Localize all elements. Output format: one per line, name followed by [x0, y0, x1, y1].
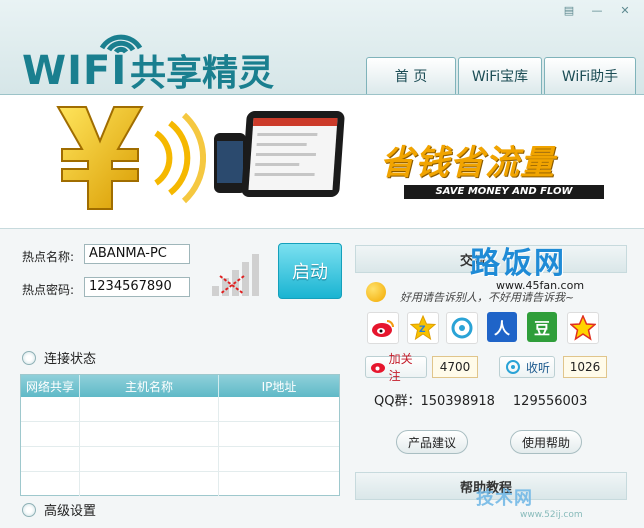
expand-icon: [22, 350, 36, 365]
table-row[interactable]: [21, 422, 339, 447]
slogan-cn: 省钱省流量: [380, 143, 555, 183]
connection-table: 网络共享 主机名称 IP地址: [20, 374, 340, 496]
renren-icon[interactable]: 人: [487, 312, 517, 342]
title-bar-buttons: ▤ — ✕: [560, 4, 634, 18]
collect-button[interactable]: 收听: [499, 356, 555, 378]
menu-icon[interactable]: ▤: [560, 4, 578, 18]
logo-title: 共享精灵: [130, 53, 275, 94]
tab-home[interactable]: 首 页: [366, 57, 456, 94]
expand-icon: [22, 502, 36, 517]
minimize-icon[interactable]: —: [588, 4, 606, 18]
table-row[interactable]: [21, 447, 339, 472]
feedback-note: 好用请告诉别人，不好用请告诉我~: [400, 291, 575, 304]
logo-wifi-text: WIFI: [22, 48, 128, 94]
watermark-logo: 路饭网: [470, 246, 566, 281]
banner: 省钱省流量 SAVE MONEY AND FLOW: [0, 95, 644, 229]
connection-status-section[interactable]: 连接状态: [22, 348, 96, 367]
svg-text:Z: Z: [419, 325, 426, 335]
connection-status-label: 连接状态: [44, 352, 97, 367]
follow-count: 4700: [432, 356, 478, 378]
header: WIFI 共享精灵 ▤ — ✕ 首 页 WiFi宝库 WiFi助手: [0, 0, 644, 95]
table-row[interactable]: [21, 472, 339, 496]
close-icon[interactable]: ✕: [616, 4, 634, 18]
column-header-ip[interactable]: IP地址: [219, 375, 339, 397]
watermark-logo-2: 技术网: [476, 488, 533, 509]
douban-icon[interactable]: 豆: [527, 312, 557, 342]
app-logo: WIFI 共享精灵: [18, 18, 278, 94]
follow-button[interactable]: 加关注: [365, 352, 427, 383]
help-button[interactable]: 使用帮助: [510, 430, 582, 454]
column-header-network-share[interactable]: 网络共享: [21, 375, 80, 397]
hotspot-password-label: 热点密码:: [22, 283, 75, 297]
tab-wifi-treasury[interactable]: WiFi宝库: [458, 57, 542, 94]
app-window: WIFI 共享精灵 ▤ — ✕ 首 页 WiFi宝库 WiFi助手 省钱省流量 …: [0, 0, 644, 528]
qq-group-1: QQ群：150398918: [374, 394, 495, 409]
tencent-weibo-icon[interactable]: [446, 312, 478, 344]
yen-coin-icon: [56, 106, 206, 210]
tencent-small-icon: [506, 360, 520, 374]
weibo-small-icon: [371, 363, 385, 373]
table-header: 网络共享 主机名称 IP地址: [21, 375, 339, 397]
qq-group-2: 129556003: [512, 394, 588, 409]
pengyou-icon[interactable]: [567, 312, 599, 344]
qq-groups: QQ群：150398918 129556003: [374, 390, 605, 409]
column-header-hostname[interactable]: 主机名称: [80, 375, 219, 397]
hotspot-name-label: 热点名称:: [22, 250, 75, 264]
qzone-icon[interactable]: Z: [407, 312, 439, 344]
hotspot-password-input[interactable]: [84, 277, 190, 297]
tab-wifi-assistant[interactable]: WiFi助手: [544, 57, 636, 94]
signal-strength-icon: [212, 254, 259, 296]
smiley-icon: [366, 282, 386, 302]
collect-count: 1026: [563, 356, 607, 378]
slogan-en: SAVE MONEY AND FLOW: [404, 185, 604, 199]
watermark-url-2: www.52ij.com: [520, 510, 583, 520]
tab-bar: 首 页 WiFi宝库 WiFi助手: [366, 57, 636, 94]
follow-label: 加关注: [388, 352, 413, 383]
advanced-settings-label: 高级设置: [44, 504, 97, 519]
collect-label: 收听: [526, 360, 551, 375]
tablet-image: [240, 111, 346, 197]
weibo-icon[interactable]: [367, 312, 399, 344]
start-button[interactable]: 启动: [278, 243, 342, 299]
advanced-settings-section[interactable]: 高级设置: [22, 500, 96, 519]
hotspot-name-input[interactable]: [84, 244, 190, 264]
table-row[interactable]: [21, 397, 339, 422]
product-feedback-button[interactable]: 产品建议: [396, 430, 468, 454]
